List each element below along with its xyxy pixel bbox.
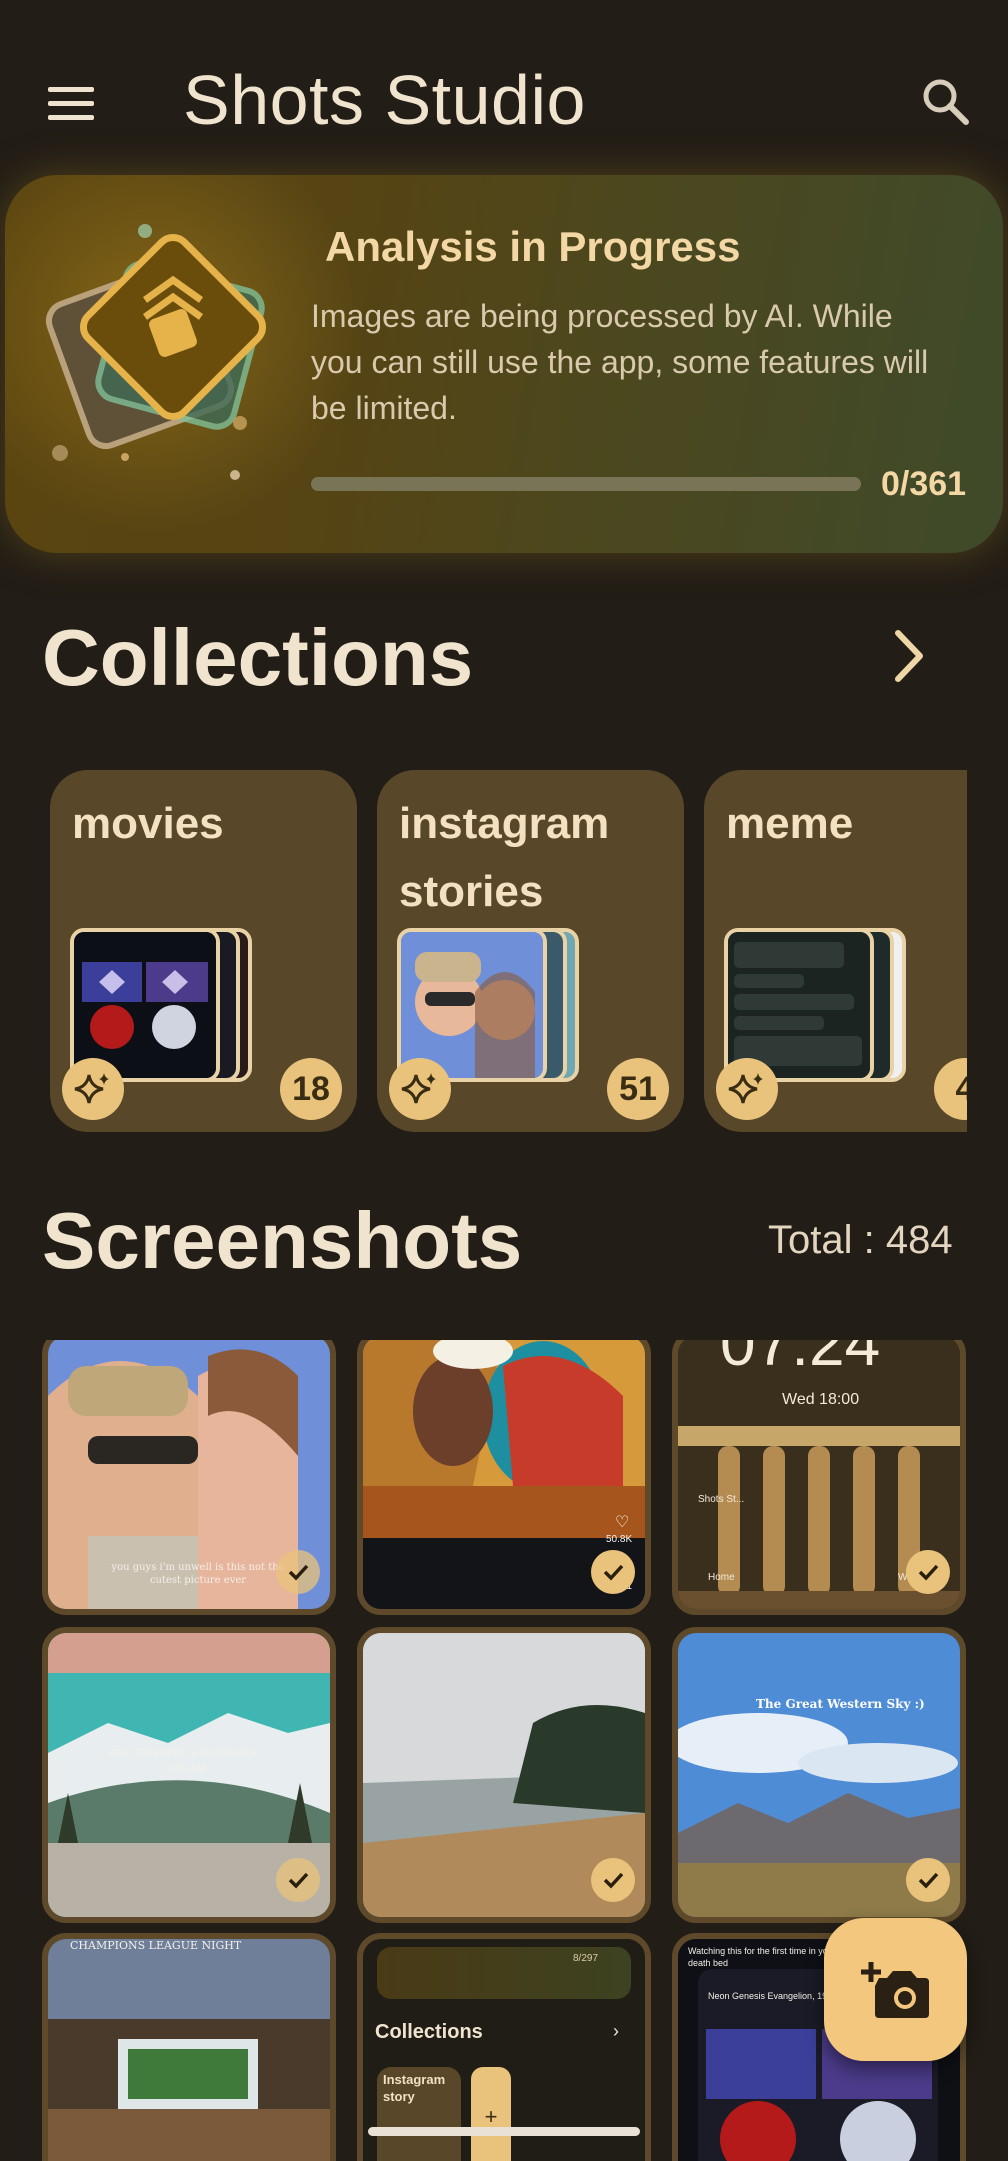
- analysis-description: Images are being processed by AI. While …: [311, 298, 929, 426]
- analysis-title: Analysis in Progress: [325, 223, 741, 270]
- check-icon[interactable]: [906, 1858, 950, 1902]
- check-icon[interactable]: [591, 1858, 635, 1902]
- collection-name: meme: [726, 799, 854, 848]
- lockscreen-app-1: Shots St...: [698, 1494, 745, 1505]
- check-icon[interactable]: [276, 1858, 320, 1902]
- collection-card-movies[interactable]: movies 18: [50, 770, 357, 1132]
- check-icon[interactable]: [591, 1550, 635, 1594]
- collection-card-meme[interactable]: meme 4: [704, 770, 967, 1132]
- tile-mini-collections: Collections: [375, 2021, 483, 2043]
- screenshot-tile[interactable]: The Great Western Sky :): [672, 1627, 966, 1923]
- tile-caption: Watching this for the first time in your…: [688, 1946, 836, 1968]
- menu-icon[interactable]: [40, 72, 102, 134]
- check-icon[interactable]: [276, 1550, 320, 1594]
- tile-mini-story: Instagram story: [383, 2072, 446, 2104]
- analysis-progress-count: 0/361: [881, 465, 967, 503]
- screenshot-tile[interactable]: CHAMPIONS LEAGUE NIGHT: [42, 1933, 336, 2161]
- collection-name: movies: [72, 799, 224, 848]
- tile-likes: 50.8K: [606, 1534, 633, 1545]
- collections-row: movies 18 instagram stories 51 meme 4: [50, 770, 967, 1132]
- camera-add-icon: [860, 1961, 929, 2018]
- chevron-right-icon: ›: [613, 2021, 619, 2041]
- collection-count-badge: 51: [607, 1058, 669, 1120]
- tile-caption: CHAMPIONS LEAGUE NIGHT: [70, 1939, 242, 1952]
- tile-mini-count: 8/297: [573, 1953, 599, 1964]
- tile-time: 9:00 AM: [166, 1763, 207, 1775]
- screenshots-total: Total : 484: [768, 1218, 953, 1262]
- screenshot-tile[interactable]: you guys i'm unwell is this not the cute…: [42, 1340, 336, 1615]
- analysis-progress-bar: [311, 477, 861, 491]
- ai-analysis-illustration: [45, 224, 267, 480]
- app-title: Shots Studio: [183, 61, 586, 139]
- collections-title: Collections: [42, 613, 474, 702]
- collection-card-instagram-stories[interactable]: instagram stories 51: [377, 770, 684, 1132]
- app-bar: Shots Studio: [0, 0, 1008, 180]
- collection-name: instagram stories: [399, 799, 610, 916]
- lockscreen-clock: 07:24: [720, 1340, 881, 1379]
- screenshots-title: Screenshots: [42, 1196, 523, 1285]
- analysis-progress-card: Analysis in Progress Images are being pr…: [5, 175, 1003, 553]
- screenshot-tile[interactable]: WHY TREKKING IS ENJOYABLE 9:00 AM: [42, 1627, 336, 1923]
- home-indicator[interactable]: [368, 2127, 640, 2136]
- heart-icon: ♡: [615, 1514, 630, 1531]
- screenshot-tile[interactable]: 50.8K 61 ♡: [357, 1340, 651, 1615]
- collection-count-badge: 4: [934, 1058, 967, 1120]
- lockscreen-app-2: Home: [708, 1572, 735, 1583]
- check-icon[interactable]: [906, 1550, 950, 1594]
- chevron-right-icon[interactable]: [878, 625, 940, 687]
- add-screenshot-button[interactable]: [824, 1918, 967, 2061]
- collection-count-badge: 18: [280, 1058, 342, 1120]
- ai-sparkle-icon: [716, 1058, 778, 1120]
- tile-caption: The Great Western Sky :): [756, 1697, 925, 1711]
- ai-sparkle-icon: [62, 1058, 124, 1120]
- ai-sparkle-icon: [389, 1058, 451, 1120]
- search-icon[interactable]: [918, 74, 974, 130]
- tile-caption: you guys i'm unwell is this not the cute…: [111, 1562, 285, 1586]
- screenshot-tile[interactable]: 07:24 Wed 18:00 Shots St... Home WhatsAp…: [672, 1340, 966, 1615]
- tile-title: Neon Genesis Evangelion, 1997: [708, 1991, 838, 2001]
- screenshot-tile[interactable]: [357, 1627, 651, 1923]
- lockscreen-date: Wed 18:00: [782, 1391, 860, 1408]
- tile-caption: WHY TREKKING IS ENJOYABLE: [108, 1748, 259, 1759]
